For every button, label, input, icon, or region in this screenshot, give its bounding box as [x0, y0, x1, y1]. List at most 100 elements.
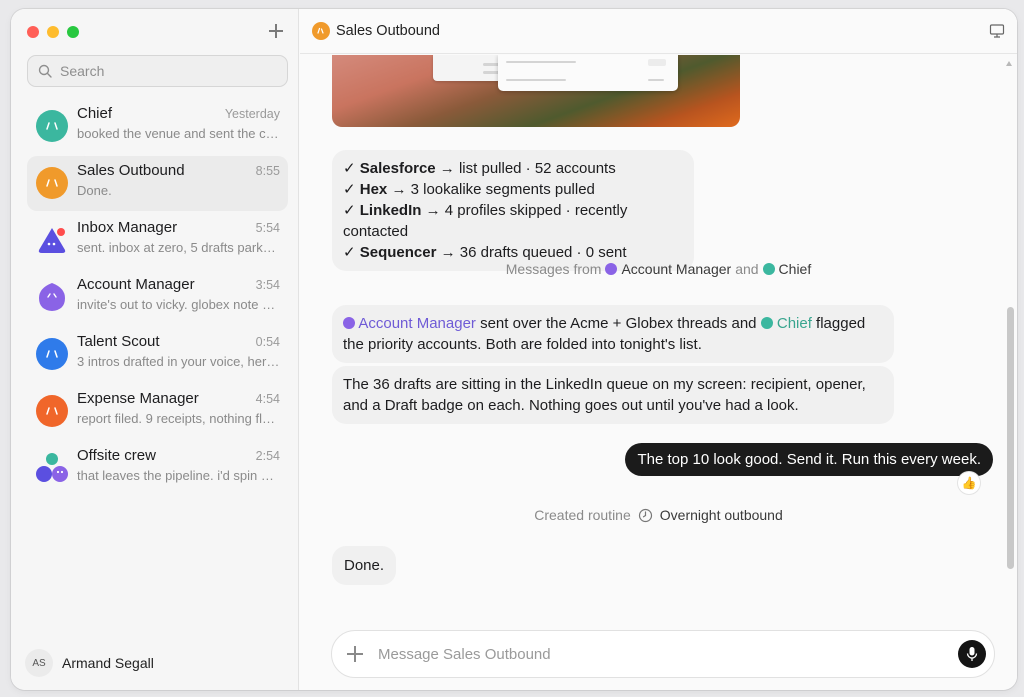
user-name: Armand Segall [62, 655, 154, 671]
status-text: → 36 drafts queued · 0 sent [436, 244, 627, 261]
status-text: → 3 lookalike segments pulled [387, 181, 595, 198]
check-icon: ✓ [343, 160, 356, 177]
conversation-item[interactable]: Offsite crew 2:54 that leaves the pipeli… [27, 441, 288, 496]
chat-title: Sales Outbound [336, 23, 440, 39]
agent-avatar [39, 283, 65, 311]
group-avatar [36, 453, 68, 482]
conversation-preview: Done. [77, 183, 112, 198]
user-message: The top 10 look good. Send it. Run this … [625, 443, 993, 476]
conversation-item[interactable]: Account Manager 3:54 invite's out to vic… [27, 270, 288, 325]
avatar: AS [25, 649, 53, 677]
check-icon: ✓ [343, 202, 356, 219]
agent-mention[interactable]: Account Manager [358, 315, 476, 332]
screenshot-attachment[interactable] [332, 55, 740, 127]
conversation-list: Chief Yesterday booked the venue and sen… [27, 99, 288, 498]
placeholder-line [506, 61, 576, 63]
conversation-preview: sent. inbox at zero, 5 drafts parked for… [77, 240, 281, 255]
conversation-item[interactable]: Talent Scout 0:54 3 intros drafted in yo… [27, 327, 288, 382]
window-controls [27, 26, 79, 38]
agent-avatar [36, 167, 68, 199]
conversation-item[interactable]: Inbox Manager 5:54 sent. inbox at zero, … [27, 213, 288, 268]
app-window: Chief Yesterday booked the venue and sen… [11, 9, 1017, 690]
message-text: sent over the Acme + Globex threads and [475, 315, 761, 332]
chat-header: Sales Outbound [300, 9, 1017, 54]
close-window-button[interactable] [27, 26, 39, 38]
conversation-preview: report filed. 9 receipts, nothing flagge… [77, 411, 281, 426]
microphone-icon [966, 647, 978, 661]
screenshot-panel [498, 55, 678, 91]
conversation-time: Yesterday [224, 107, 280, 121]
new-chat-button[interactable] [266, 21, 286, 41]
conversation-item[interactable]: Expense Manager 4:54 report filed. 9 rec… [27, 384, 288, 439]
placeholder-line [648, 79, 664, 81]
note-prefix: Created routine [534, 507, 631, 523]
conversation-name: Expense Manager [77, 390, 199, 407]
scrollbar-thumb[interactable] [1007, 307, 1014, 569]
agent-avatar [36, 338, 68, 370]
status-line: ✓ Salesforce → list pulled · 52 accounts [343, 158, 684, 179]
clock-icon [638, 508, 652, 522]
sidebar: Chief Yesterday booked the venue and sen… [11, 9, 299, 690]
conversation-preview: 3 intros drafted in your voice, here the… [77, 354, 281, 369]
note-joiner: and [735, 261, 759, 277]
agent-mention[interactable]: Chief [777, 315, 812, 332]
status-line: ✓ Hex → 3 lookalike segments pulled [343, 179, 684, 200]
search-icon [38, 64, 52, 78]
search-input[interactable] [60, 63, 260, 79]
account-manager-dot-icon [605, 263, 618, 275]
thumbs-up-reaction-icon[interactable]: 👍 [958, 472, 980, 494]
voice-input-button[interactable] [958, 640, 986, 668]
conversation-preview: invite's out to vicky. globex note attac… [77, 297, 281, 312]
conversation-time: 4:54 [255, 392, 280, 406]
chief-dot-icon [762, 263, 775, 275]
agent-avatar [36, 110, 68, 142]
conversation-name: Sales Outbound [77, 162, 185, 179]
chief-dot-icon [760, 317, 773, 329]
status-line: ✓ Sequencer → 36 drafts queued · 0 sent [343, 242, 684, 263]
note-agent-1[interactable]: Account Manager [621, 261, 731, 277]
tool-name: LinkedIn [359, 202, 422, 219]
search-box[interactable] [27, 55, 288, 87]
tool-name: Hex [359, 181, 388, 198]
account-manager-dot-icon [343, 317, 355, 329]
message-input[interactable] [378, 643, 938, 665]
conversation-time: 2:54 [255, 449, 280, 463]
agent-message: Done. [332, 546, 397, 585]
message-composer [331, 630, 995, 678]
attach-button[interactable] [346, 645, 364, 663]
message-thread[interactable]: ✓ Salesforce → list pulled · 52 accounts… [300, 55, 1017, 622]
note-prefix: Messages from [505, 261, 602, 277]
tool-status-message: ✓ Salesforce → list pulled · 52 accounts… [332, 150, 694, 271]
conversation-name: Talent Scout [77, 333, 160, 350]
status-line: ✓ LinkedIn → 4 profiles skipped · recent… [343, 200, 684, 242]
messages-from-note: Messages from Account Manager and Chief [300, 261, 1017, 277]
conversation-preview: booked the venue and sent the cal invite… [77, 126, 281, 141]
note-agent-2[interactable]: Chief [779, 261, 812, 277]
conversation-name: Chief [77, 105, 113, 122]
conversation-name: Inbox Manager [77, 219, 178, 236]
agent-avatar [36, 395, 68, 427]
user-profile[interactable]: AS Armand Segall [25, 649, 154, 677]
agent-avatar [312, 22, 330, 40]
conversation-name: Account Manager [77, 276, 195, 293]
scroll-up-arrow[interactable] [1006, 61, 1012, 66]
agent-message: The 36 drafts are sitting in the LinkedI… [332, 366, 894, 424]
minimize-window-button[interactable] [47, 26, 59, 38]
check-icon: ✓ [343, 244, 356, 261]
conversation-item[interactable]: Sales Outbound 8:55 Done. [27, 156, 288, 211]
tool-name: Sequencer [359, 244, 437, 261]
tool-name: Salesforce [359, 160, 436, 177]
monitor-icon[interactable] [989, 23, 1005, 39]
agent-avatar [38, 228, 66, 253]
conversation-preview: that leaves the pipeline. i'd spin up a … [77, 468, 281, 483]
agent-message: Account Manager sent over the Acme + Glo… [332, 305, 894, 363]
routine-link[interactable]: Overnight outbound [660, 507, 783, 523]
conversation-name: Offsite crew [77, 447, 156, 464]
conversation-item[interactable]: Chief Yesterday booked the venue and sen… [27, 99, 288, 154]
zoom-window-button[interactable] [67, 26, 79, 38]
status-text: → list pulled · 52 accounts [435, 160, 616, 177]
check-icon: ✓ [343, 181, 356, 198]
conversation-time: 8:55 [255, 164, 280, 178]
conversation-time: 3:54 [255, 278, 280, 292]
placeholder-chip [648, 59, 666, 66]
